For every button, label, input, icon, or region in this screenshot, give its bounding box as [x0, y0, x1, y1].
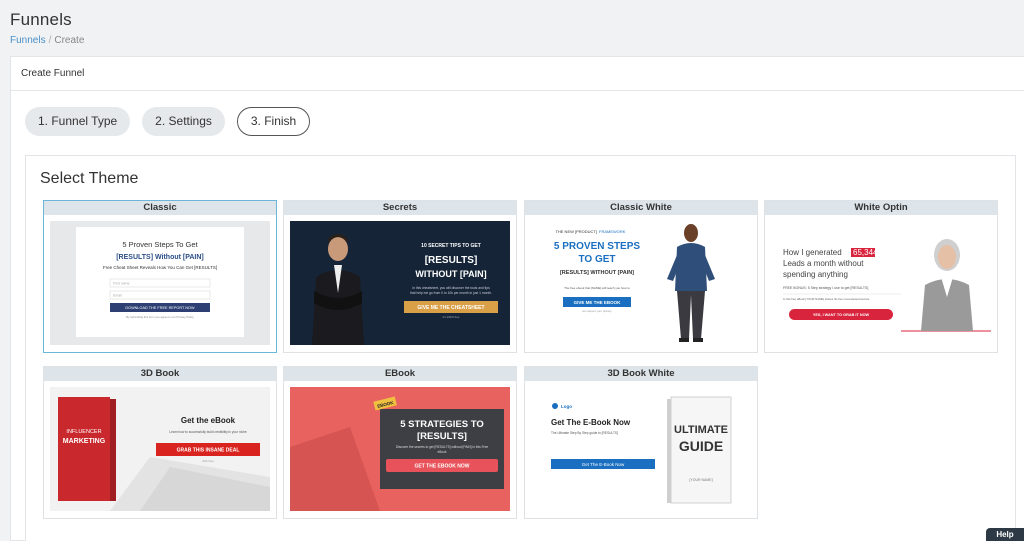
theme-card-white-optin[interactable]: White Optin How I generated 65,344 Leads… — [764, 200, 998, 353]
white-optin-line-3: spending anything — [783, 270, 848, 279]
white-optin-cta: YES, I WANT TO GRAB IT NOW — [813, 313, 870, 317]
step-funnel-type[interactable]: 1. Funnel Type — [25, 107, 131, 136]
classic-headline: 5 Proven Steps To Get — [122, 240, 198, 249]
theme-thumbnail-ebook: EBOOK 5 STRATEGIES TO [RESULTS] Discover… — [290, 387, 510, 511]
wizard-steps: 1. Funnel Type 2. Settings 3. Finish — [25, 107, 311, 136]
step-settings[interactable]: 2. Settings — [142, 107, 225, 136]
theme-card-3d-book-white[interactable]: 3D Book White Logo Get The E-Book Now Th… — [524, 366, 758, 519]
secrets-line-1: 10 SECRET TIPS TO GET — [421, 243, 481, 249]
theme-card-title: Classic White — [525, 201, 757, 215]
white-optin-body-2: In this free eBook [YOUR NAME] shares hi… — [783, 297, 870, 301]
secrets-line-3: WITHOUT [PAIN] — [415, 269, 486, 279]
3d-book-cta: GRAB THIS INSANE DEAL — [177, 448, 240, 454]
classic-white-cta-sub: we respect your privacy — [582, 309, 612, 313]
page-title: Funnels — [10, 10, 72, 29]
book-author: [YOUR NAME] — [689, 478, 712, 482]
ebook-cta: GET THE EBOOK NOW — [415, 464, 470, 470]
white-optin-number: 65,344 — [853, 248, 878, 257]
secrets-body-2: that help me go from 0 to 10k per month … — [410, 291, 492, 295]
breadcrumb-funnels-link[interactable]: Funnels — [10, 35, 46, 46]
classic-headline-2: [RESULTS] Without [PAIN] — [116, 254, 204, 261]
secrets-cta-sub: it's 100% free — [443, 315, 460, 319]
panel-heading: Create Funnel — [11, 57, 1024, 91]
ebook-body-2: eBook — [437, 450, 446, 454]
logo-icon — [552, 403, 558, 409]
secrets-body: In this cheatsheet, you will discover th… — [412, 286, 490, 290]
breadcrumb-separator: / — [48, 35, 52, 46]
classic-white-line-2: TO GET — [578, 254, 615, 265]
classic-sub: Free Cheat Sheet Reveals How You Can Get… — [103, 265, 217, 270]
book-cover-image — [58, 397, 116, 501]
3d-book-cta-sub: click here — [202, 459, 214, 463]
classic-white-pre-2: FRAMEWORK — [599, 229, 626, 234]
theme-thumbnail-white-optin: How I generated 65,344 Leads a month wit… — [771, 221, 991, 345]
page-header: Funnels Funnels / Create — [0, 0, 1024, 55]
theme-card-title: Classic — [44, 201, 276, 215]
select-theme-section: Select Theme Classic 5 Proven Steps To G… — [25, 155, 1016, 541]
classic-field-1: First name — [113, 282, 130, 286]
theme-card-title: Secrets — [284, 201, 516, 215]
theme-card-classic[interactable]: Classic 5 Proven Steps To Get [RESULTS] … — [43, 200, 277, 353]
help-button[interactable]: Help — [986, 528, 1024, 541]
white-optin-line-2: Leads a month without — [783, 259, 864, 268]
theme-thumbnail-classic-white: THE NEW [PRODUCT] FRAMEWORK 5 PROVEN STE… — [531, 221, 751, 345]
theme-thumbnail-secrets: 10 SECRET TIPS TO GET [RESULTS] WITHOUT … — [290, 221, 510, 345]
theme-thumbnail-3d-book-white: Logo Get The E-Book Now The Ultimate Ste… — [531, 387, 751, 511]
classic-white-body: The free ebook that [NAME] will teach yo… — [564, 286, 630, 290]
classic-field-2: Email — [113, 294, 122, 298]
3d-book-white-logo: Logo — [561, 404, 572, 409]
3d-book-white-body: The Ultimate Step By Step guide to [RESU… — [551, 431, 618, 435]
theme-card-title: 3D Book White — [525, 367, 757, 381]
book-title-guide: GUIDE — [679, 438, 723, 454]
book-title-1: INFLUENCER — [66, 429, 101, 435]
theme-thumbnail-classic: 5 Proven Steps To Get [RESULTS] Without … — [50, 221, 270, 345]
theme-card-secrets[interactable]: Secrets 10 SECRET TIPS TO GET [RESULTS] … — [283, 200, 517, 353]
classic-privacy: By submitting this form you agree to our… — [126, 315, 194, 319]
breadcrumb-current: Create — [54, 35, 85, 46]
ebook-line-1: 5 STRATEGIES TO — [400, 419, 484, 430]
theme-card-title: White Optin — [765, 201, 997, 215]
theme-card-title: EBook — [284, 367, 516, 381]
breadcrumb: Funnels / Create — [10, 35, 1014, 46]
classic-white-pre-1: THE NEW [PRODUCT] — [555, 229, 597, 234]
3d-book-body: Learn how to successfully build credibil… — [169, 430, 246, 434]
book-title-2: MARKETING — [63, 438, 106, 445]
secrets-cta: GIVE ME THE CHEATSHEET — [417, 305, 484, 311]
theme-thumbnail-3d-book: INFLUENCER MARKETING Get the eBook Learn… — [50, 387, 270, 511]
white-optin-body: FREE BONUS: 5 Step strategy I use to get… — [783, 286, 868, 290]
theme-card-3d-book[interactable]: 3D Book INFLUENCER MARKETING Get the eBo… — [43, 366, 277, 519]
step-finish[interactable]: 3. Finish — [236, 107, 311, 136]
theme-card-classic-white[interactable]: Classic White THE NEW [PRODUCT] FRAMEWOR… — [524, 200, 758, 353]
create-funnel-panel: Create Funnel 1. Funnel Type 2. Settings… — [10, 56, 1024, 541]
3d-book-head: Get the eBook — [181, 416, 236, 425]
classic-white-cta: GIVE ME THE EBOOK — [574, 300, 622, 305]
classic-white-line-1: 5 PROVEN STEPS — [554, 241, 640, 252]
select-theme-title: Select Theme — [40, 170, 139, 187]
book-title-ultimate: ULTIMATE — [674, 424, 728, 436]
theme-card-ebook[interactable]: EBook EBOOK 5 STRATEGIES TO [RESULTS] Di… — [283, 366, 517, 519]
ebook-line-2: [RESULTS] — [417, 431, 467, 442]
white-optin-line-1: How I generated — [783, 248, 842, 257]
classic-cta: DOWNLOAD THE FREE REPORT NOW — [125, 306, 195, 310]
theme-card-title: 3D Book — [44, 367, 276, 381]
3d-book-white-cta: Get The E-Book Now — [582, 462, 625, 467]
secrets-line-2: [RESULTS] — [425, 255, 478, 266]
classic-white-line-3: [RESULTS] WITHOUT [PAIN] — [560, 270, 634, 276]
ebook-body: Discover the secrets to get [RESULTS] wi… — [396, 445, 489, 449]
3d-book-white-head: Get The E-Book Now — [551, 418, 631, 427]
